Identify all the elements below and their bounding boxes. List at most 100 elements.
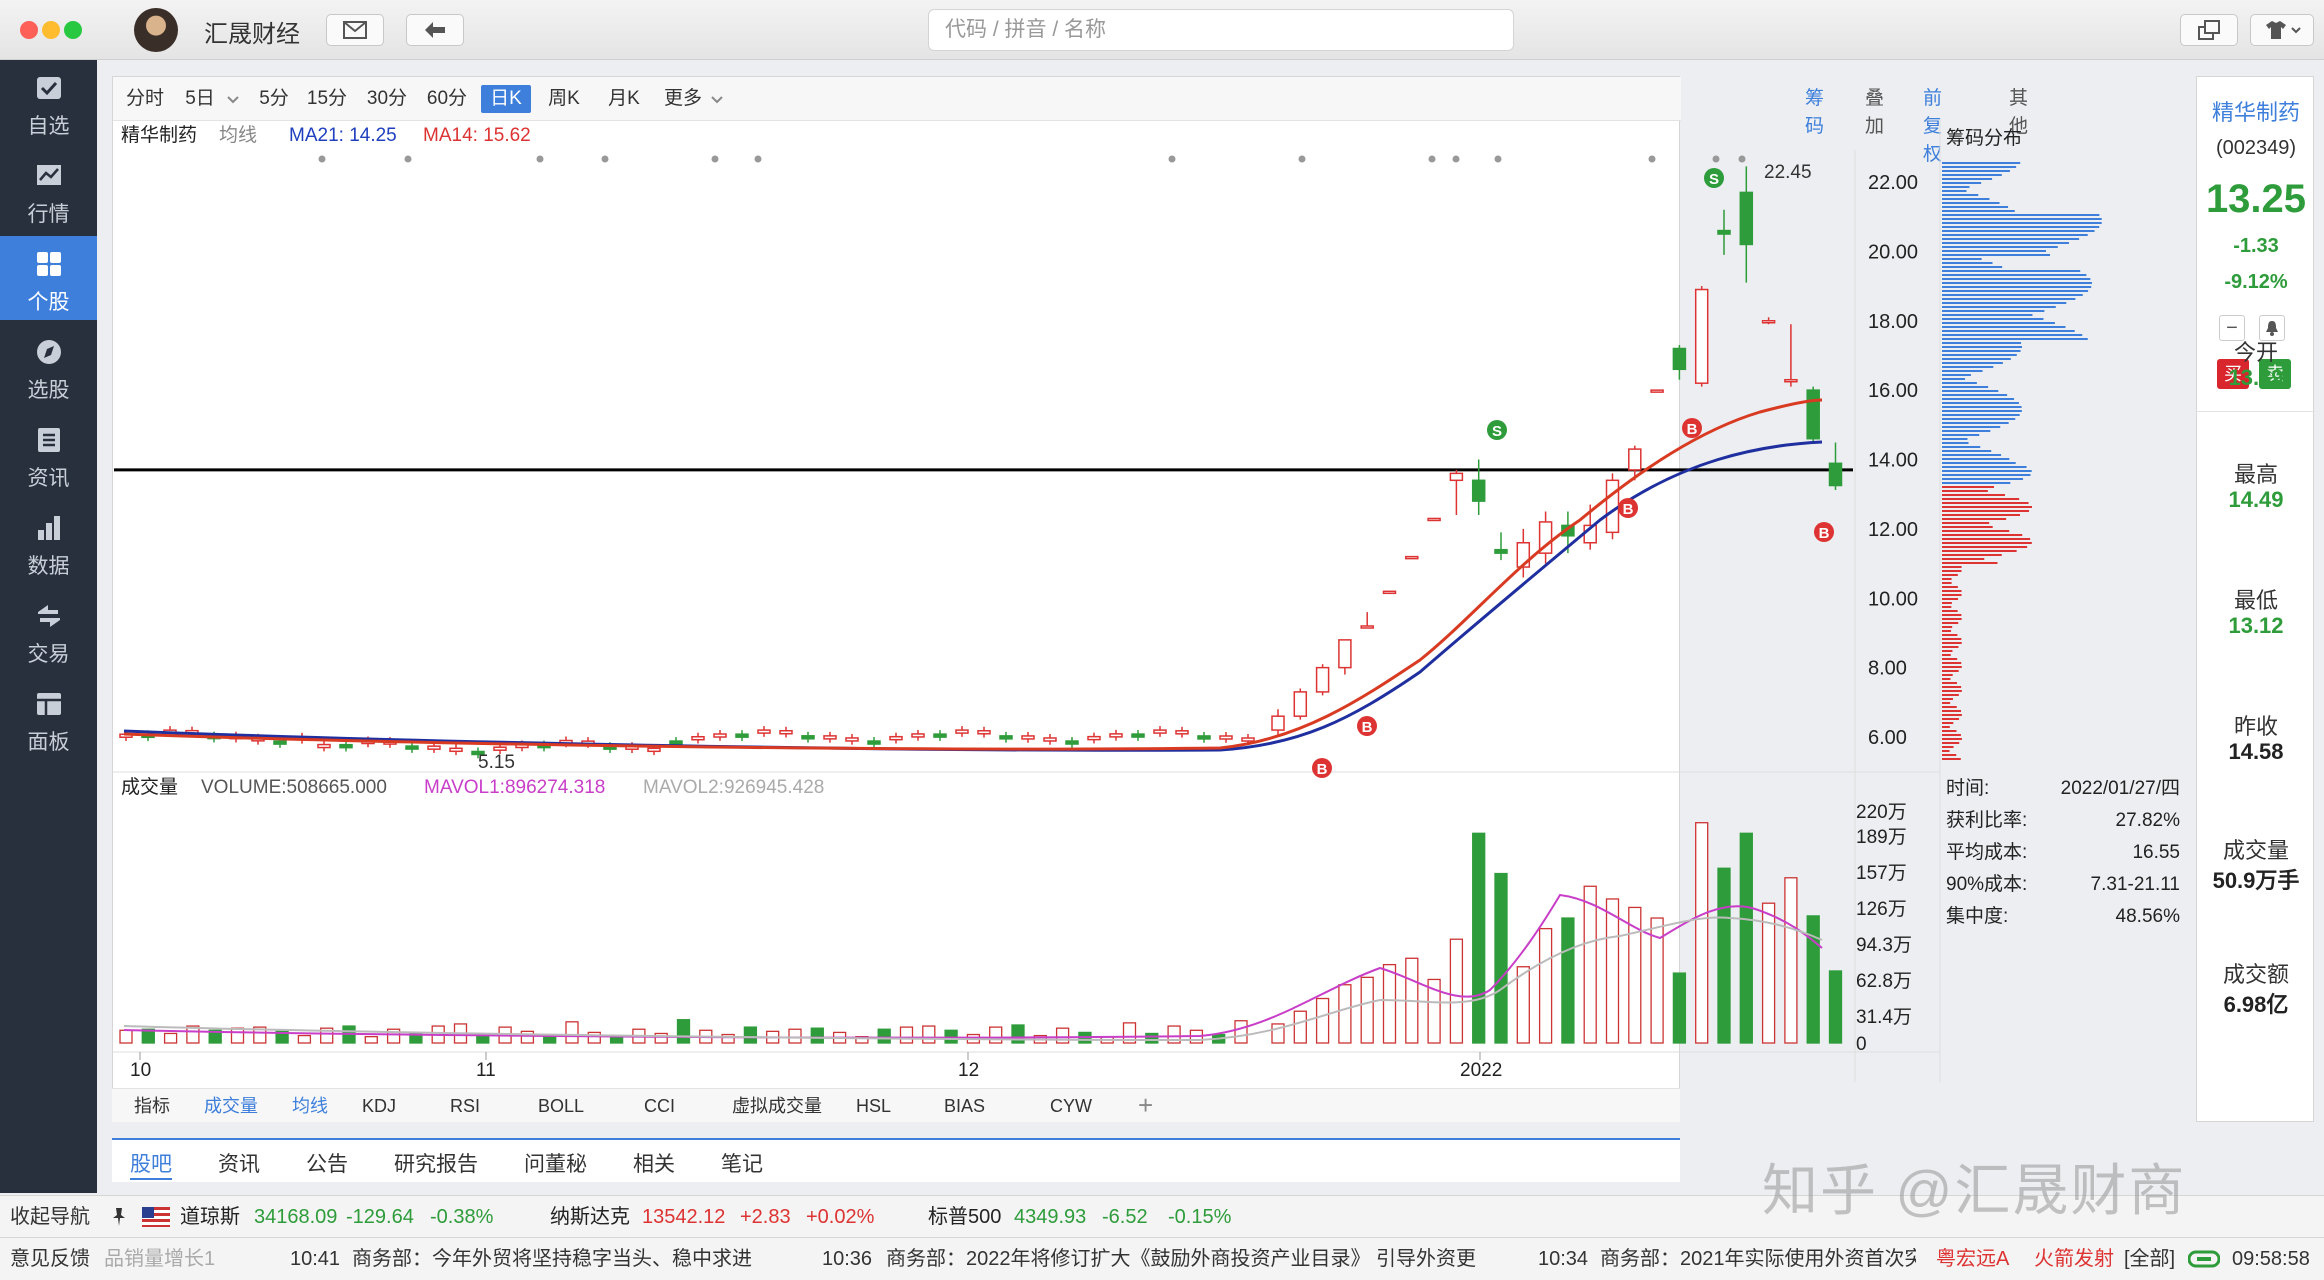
ticker-index-name[interactable]: 纳斯达克 <box>550 1196 630 1238</box>
bottom-tab[interactable]: 相关 <box>633 1148 675 1178</box>
period-tab-monthly[interactable]: 月K <box>601 85 647 113</box>
maximize-window-button[interactable] <box>64 21 82 39</box>
chip-bar <box>1942 502 2029 504</box>
period-bar: 分时 5日 5分 15分 30分 60分 日K 周K 月K 更多 筹码 叠加 前… <box>113 77 2028 165</box>
nav-item-watchlist[interactable]: 自选 <box>0 60 97 144</box>
nav-item-stock[interactable]: 个股 <box>0 236 97 320</box>
overlay-menu[interactable]: 叠加 <box>1865 85 1884 141</box>
message-button[interactable] <box>326 14 384 46</box>
period-tab-more[interactable]: 更多 <box>661 85 705 113</box>
period-tab-5min[interactable]: 5分 <box>257 85 291 113</box>
chart-panel: 分时 5日 5分 15分 30分 60分 日K 周K 月K 更多 筹码 叠加 前… <box>112 76 2028 1122</box>
chip-bar <box>1942 458 2010 460</box>
candle <box>1806 389 1820 440</box>
indicator-tab[interactable]: 虚拟成交量 <box>732 1093 822 1119</box>
indicator-tab[interactable]: BIAS <box>944 1093 985 1119</box>
indicator-tab[interactable]: 指标 <box>134 1093 170 1119</box>
news-stock-2[interactable]: 火箭发射 <box>2034 1238 2114 1280</box>
chip-bar <box>1942 662 1962 664</box>
close-window-button[interactable] <box>20 21 38 39</box>
sell-marker[interactable] <box>1704 168 1724 188</box>
bottom-tab[interactable]: 问董秘 <box>524 1148 587 1178</box>
indicator-tab[interactable]: CYW <box>1050 1093 1092 1119</box>
watermark: 知乎 @汇晟财商 <box>1762 1159 2187 1222</box>
bottom-tab[interactable]: 研究报告 <box>394 1148 478 1178</box>
skin-menu-button[interactable] <box>2250 14 2314 46</box>
nav-item-data[interactable]: 数据 <box>0 500 97 584</box>
indicator-tab[interactable]: HSL <box>856 1093 891 1119</box>
search-input[interactable]: 代码 / 拼音 / 名称 <box>928 9 1514 51</box>
indicator-tab[interactable]: CCI <box>644 1093 675 1119</box>
chip-bar <box>1942 386 1989 388</box>
news-all-link[interactable]: [全部] <box>2124 1238 2175 1280</box>
chip-bar <box>1942 378 1966 380</box>
event-dot[interactable] <box>1712 155 1720 163</box>
period-tab-30min[interactable]: 30分 <box>365 85 409 113</box>
stock-grid-icon <box>37 252 61 276</box>
buy-marker[interactable] <box>1814 522 1834 542</box>
period-tab-60min[interactable]: 60分 <box>425 85 469 113</box>
chip-bar <box>1942 190 1967 192</box>
indicator-tab[interactable]: RSI <box>450 1093 480 1119</box>
bottom-tab[interactable]: 股吧 <box>130 1148 172 1180</box>
chip-bar <box>1942 406 2022 408</box>
bottom-tab[interactable]: 笔记 <box>721 1148 763 1178</box>
bottom-tab[interactable]: 资讯 <box>218 1148 260 1178</box>
back-button[interactable] <box>406 14 464 46</box>
avatar[interactable] <box>134 8 178 52</box>
adjust-menu[interactable]: 前复权 <box>1923 85 1942 169</box>
chip-bar <box>1942 758 1961 760</box>
volume-bar <box>1828 970 1843 1044</box>
event-dot[interactable] <box>1738 155 1746 163</box>
nav-item-panel[interactable]: 面板 <box>0 676 97 760</box>
news-time-3: 10:34 <box>1538 1248 1589 1270</box>
indicator-tab[interactable]: 均线 <box>292 1093 328 1119</box>
chips-info-value: 2022/01/27/四 <box>2061 778 2180 799</box>
chip-bar <box>1942 394 2008 396</box>
ticker-index-value: 13542.12 <box>642 1206 726 1228</box>
collapse-nav-button[interactable]: 收起导航 <box>10 1196 90 1238</box>
period-tab-daily[interactable]: 日K <box>481 85 531 113</box>
news-item-2[interactable]: 商务部：2022年将修订扩大《鼓励外商投资产业目录》 引导外资更 <box>886 1238 1476 1280</box>
side-stock-name: 精华制药 <box>2211 100 2300 125</box>
volume-bar <box>1761 902 1776 1044</box>
ticker-index-name[interactable]: 道琼斯 <box>180 1196 240 1238</box>
nav-item-market[interactable]: 行情 <box>0 148 97 232</box>
news-item-1[interactable]: 商务部：今年外贸将坚持稳字当头、稳中求进 <box>352 1238 752 1280</box>
buy-marker[interactable] <box>1682 418 1702 438</box>
chip-bar <box>1942 610 1958 612</box>
chip-bar <box>1942 538 2031 540</box>
period-tab-15min[interactable]: 15分 <box>305 85 349 113</box>
pin-icon[interactable] <box>108 1206 130 1228</box>
compass-icon <box>37 340 61 364</box>
period-tab-weekly[interactable]: 周K <box>541 85 587 113</box>
chip-bar <box>1942 186 1970 188</box>
other-menu[interactable]: 其他 <box>2009 85 2028 141</box>
chip-bar <box>1942 298 2076 300</box>
price-axis-tick: 18.00 <box>1868 311 1918 333</box>
period-tab-intraday[interactable]: 分时 <box>123 85 167 113</box>
add-indicator-button[interactable]: + <box>1138 1089 1153 1121</box>
chip-bar <box>1942 666 1962 668</box>
window-switch-button[interactable] <box>2180 14 2238 46</box>
chips-info-key: 时间: <box>1946 777 1989 799</box>
high-marker-label: 22.45 <box>1764 162 1812 183</box>
bottom-tab[interactable]: 公告 <box>306 1148 348 1178</box>
ticker-index-name[interactable]: 标普500 <box>928 1196 1001 1238</box>
nav-item-trade[interactable]: 交易 <box>0 588 97 672</box>
chips-info-value: 48.56% <box>2116 906 2181 927</box>
nav-item-news[interactable]: 资讯 <box>0 412 97 496</box>
feedback-button[interactable]: 意见反馈 <box>10 1238 90 1280</box>
chips-toggle[interactable]: 筹码 <box>1805 85 1824 141</box>
period-tab-5day[interactable]: 5日 <box>185 85 215 113</box>
news-item-3[interactable]: 商务部：2021年实际使用外资首次突 <box>1600 1238 1916 1280</box>
indicator-tab[interactable]: 成交量 <box>204 1093 258 1119</box>
indicator-tab[interactable]: KDJ <box>362 1093 396 1119</box>
indicator-tab[interactable]: BOLL <box>538 1093 584 1119</box>
nav-item-screener[interactable]: 选股 <box>0 324 97 408</box>
news-stock-1[interactable]: 粤宏远A <box>1936 1238 2009 1280</box>
chip-bar <box>1942 250 2046 252</box>
chip-bar <box>1942 206 2009 208</box>
volume-axis-tick: 220万 <box>1856 802 1907 823</box>
minimize-window-button[interactable] <box>42 21 60 39</box>
